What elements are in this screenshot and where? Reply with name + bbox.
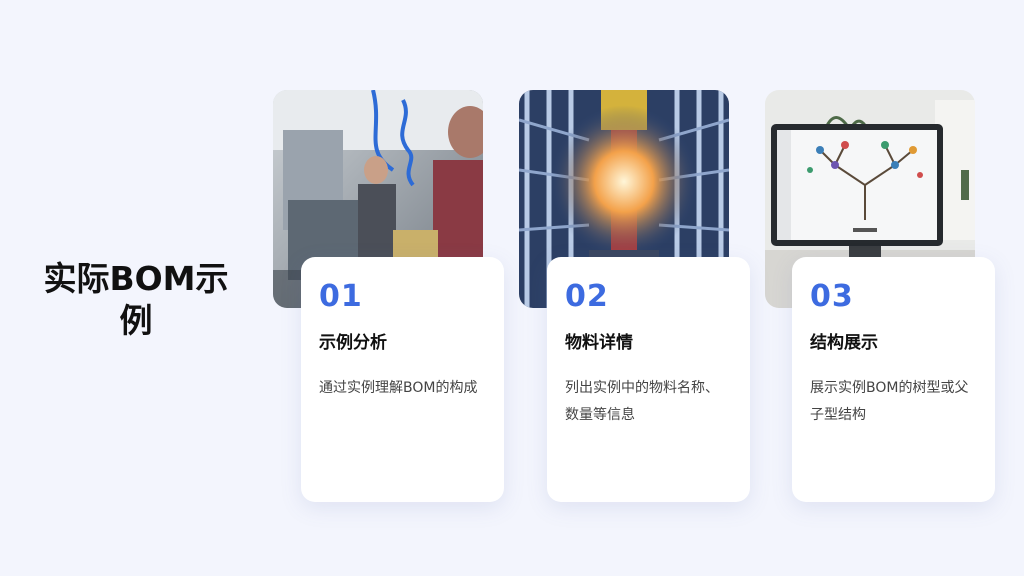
step-heading: 示例分析 bbox=[319, 333, 387, 353]
step-heading: 结构展示 bbox=[810, 333, 878, 353]
step-description: 通过实例理解BOM的构成 bbox=[319, 380, 478, 396]
step-description: 展示实例BOM的树型或父子型结构 bbox=[810, 380, 969, 423]
step-heading: 物料详情 bbox=[565, 333, 633, 353]
step-description: 列出实例中的物料名称、数量等信息 bbox=[565, 380, 719, 423]
step-card-1: 01 示例分析 通过实例理解BOM的构成 bbox=[301, 257, 504, 502]
step-number: 03 bbox=[810, 279, 854, 314]
step-number: 01 bbox=[319, 279, 363, 314]
step-card-3: 03 结构展示 展示实例BOM的树型或父子型结构 bbox=[792, 257, 995, 502]
slide-title: 实际BOM示例 bbox=[43, 259, 229, 340]
step-number: 02 bbox=[565, 279, 609, 314]
step-card-2: 02 物料详情 列出实例中的物料名称、数量等信息 bbox=[547, 257, 750, 502]
